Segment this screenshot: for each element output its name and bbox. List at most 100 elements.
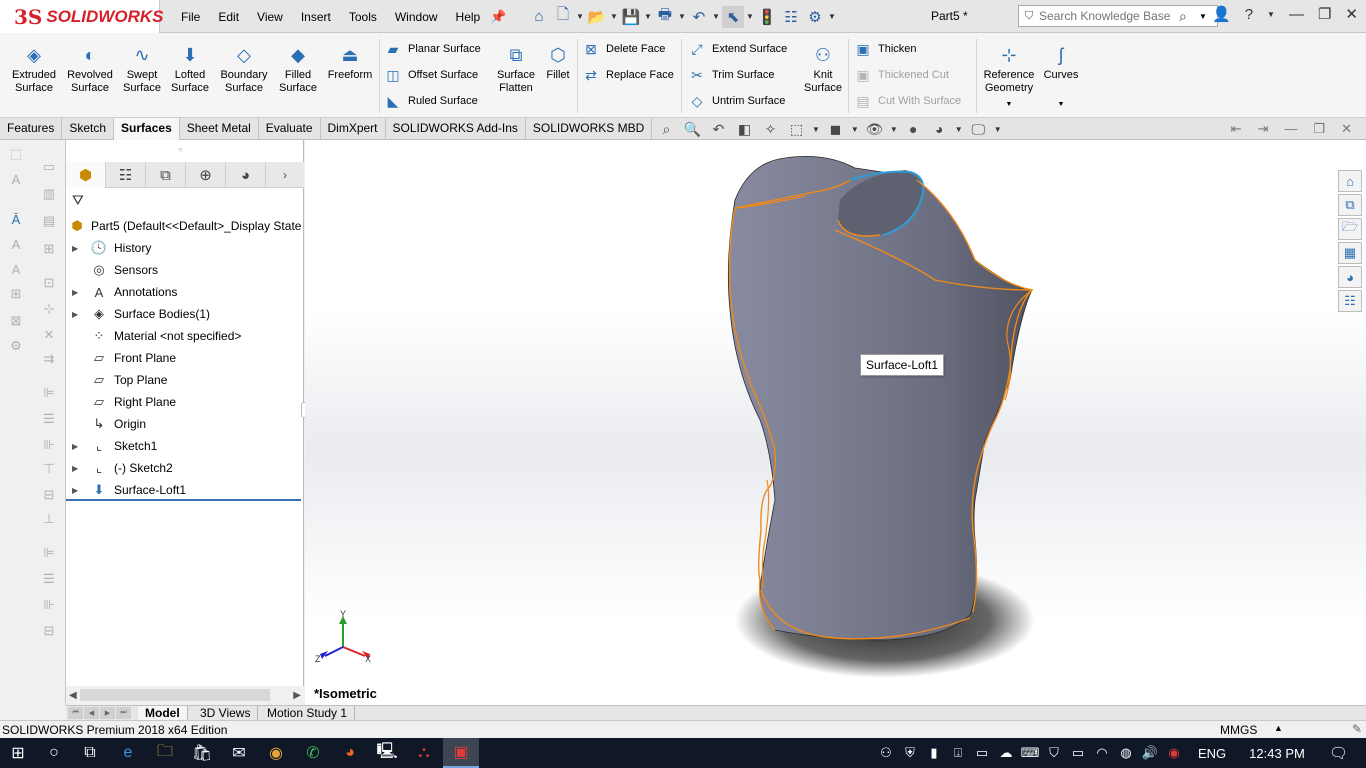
thicken-button[interactable]: ▣ Thicken xyxy=(854,38,916,60)
menu-insert[interactable]: Insert xyxy=(292,10,340,24)
reference-dropdown-icon[interactable]: ▼ xyxy=(980,98,1038,111)
align-top-icon[interactable]: ⊤ xyxy=(40,460,58,478)
tree-item-material[interactable]: ⁘ Material <not specified> xyxy=(66,325,304,347)
extend-surface-button[interactable]: ⤢ Extend Surface xyxy=(688,38,787,60)
battery-icon[interactable]: ▭ xyxy=(1066,745,1090,761)
last-tab-icon[interactable]: ⏭ xyxy=(116,707,131,719)
swept-surface-button[interactable]: ∿ Swept Surface xyxy=(120,43,164,95)
tree-item-right-plane[interactable]: ▱ Right Plane xyxy=(66,391,304,413)
select-dropdown-icon[interactable]: ▼ xyxy=(746,12,754,21)
menu-file[interactable]: File xyxy=(172,10,209,24)
view-settings-dropdown-icon[interactable]: ▼ xyxy=(994,125,1002,134)
revolved-surface-button[interactable]: ◐ Revolved Surface xyxy=(64,43,116,95)
tab-motion-study[interactable]: Motion Study 1 xyxy=(260,706,356,720)
hole-callout-icon[interactable]: ⚙ xyxy=(7,337,25,355)
surface-finish-icon[interactable]: ⊞ xyxy=(7,285,25,303)
save-dropdown-icon[interactable]: ▼ xyxy=(644,12,652,21)
rect-tool-icon[interactable]: ▭ xyxy=(40,158,58,176)
doc-close-icon[interactable]: ✕ xyxy=(1341,121,1352,137)
tab-add-ins[interactable]: SOLIDWORKS Add-Ins xyxy=(386,118,526,140)
tabs-scroll-right-icon[interactable]: › xyxy=(266,162,304,188)
acrobat-icon[interactable]: ⛬ xyxy=(406,738,442,768)
defender-icon[interactable]: ⛉ xyxy=(1042,745,1066,761)
wifi-icon[interactable]: ◠ xyxy=(1090,745,1114,761)
usb-icon[interactable]: ⍗ xyxy=(946,745,970,761)
appearances-icon[interactable]: ◕ xyxy=(1338,266,1362,288)
expand-arrow-icon[interactable]: ▶ xyxy=(72,442,80,451)
security-center-icon[interactable]: ◍ xyxy=(1114,745,1138,761)
knit-surface-button[interactable]: ⚇ Knit Surface xyxy=(800,43,846,95)
close-icon[interactable]: ✕ xyxy=(1345,5,1358,23)
boundary-surface-button[interactable]: ◇ Boundary Surface xyxy=(216,43,272,95)
sketch-tool-icon[interactable]: ⬚ xyxy=(7,145,25,163)
edge-browser-icon[interactable]: e xyxy=(110,738,146,768)
new-dropdown-icon[interactable]: ▼ xyxy=(576,12,584,21)
tab-mbd[interactable]: SOLIDWORKS MBD xyxy=(526,118,653,140)
print-dropdown-icon[interactable]: ▼ xyxy=(678,12,686,21)
user-icon[interactable]: 👤 xyxy=(1212,5,1231,23)
search-box[interactable]: ⛉ ⌕ ▼ xyxy=(1018,5,1218,27)
select-icon[interactable]: ⬉ xyxy=(722,5,744,28)
remote-desktop-icon[interactable]: 🖳 xyxy=(369,738,405,768)
solidworks-taskbar-icon[interactable]: ▣ xyxy=(443,738,479,768)
view-palette-icon[interactable]: ▦ xyxy=(1338,242,1362,264)
windows-start-icon[interactable]: ⊞ xyxy=(0,738,36,768)
tree-item-surface-loft1[interactable]: ▶ ⬇ Surface-Loft1 xyxy=(66,479,304,501)
align-right-icon[interactable]: ⊪ xyxy=(40,436,58,454)
file-explorer-taskbar-icon[interactable]: 🗀 xyxy=(147,738,183,768)
smart-dimension-icon[interactable]: A xyxy=(7,170,25,188)
tree-item-sensors[interactable]: ◎ Sensors xyxy=(66,259,304,281)
view-orientation-dropdown-icon[interactable]: ▼ xyxy=(812,125,820,134)
surface-flatten-button[interactable]: ⧉ Surface Flatten xyxy=(492,43,540,95)
expand-arrow-icon[interactable]: ▶ xyxy=(72,486,80,495)
menu-window[interactable]: Window xyxy=(386,10,447,24)
open-icon[interactable]: 📂 xyxy=(586,6,608,28)
units-dropdown-icon[interactable]: ▲ xyxy=(1274,723,1283,733)
weld-symbol-icon[interactable]: ⊠ xyxy=(7,312,25,330)
space-down-icon[interactable]: ⊪ xyxy=(40,596,58,614)
help-icon[interactable]: ? xyxy=(1245,6,1253,23)
scroll-thumb[interactable] xyxy=(80,689,270,701)
mirror-tool-icon[interactable]: ⊹ xyxy=(40,300,58,318)
antivirus-tray-icon[interactable]: ◉ xyxy=(1162,745,1186,761)
cortana-search-icon[interactable]: ○ xyxy=(36,738,72,768)
doc-prev-icon[interactable]: ⇤ xyxy=(1231,121,1242,137)
thickened-cut-button[interactable]: ▣ Thickened Cut xyxy=(854,64,949,86)
rollback-bar[interactable] xyxy=(66,499,301,501)
action-center-icon[interactable]: 🗨 xyxy=(1329,744,1348,762)
design-library-icon[interactable]: ⧉ xyxy=(1338,194,1362,216)
align-tool-icon[interactable]: ▤ xyxy=(40,212,58,230)
tab-features[interactable]: Features xyxy=(0,118,63,140)
convert-tool-icon[interactable]: ⇉ xyxy=(40,350,58,368)
minimize-icon[interactable]: — xyxy=(1289,6,1304,23)
storage-icon[interactable]: ▮ xyxy=(922,745,946,761)
ruled-surface-button[interactable]: ◣ Ruled Surface xyxy=(384,90,478,112)
volume-icon[interactable]: 🔊 xyxy=(1138,745,1162,761)
tree-item-top-plane[interactable]: ▱ Top Plane xyxy=(66,369,304,391)
balloon-tool-icon[interactable]: A xyxy=(7,260,25,278)
graphics-area[interactable]: Y X Z Surface-Loft1 *Isometric ⌂ ⧉ 🗁 ▦ ◕… xyxy=(305,140,1366,705)
tree-item-origin[interactable]: ↳ Origin xyxy=(66,413,304,435)
trim-surface-button[interactable]: ✂ Trim Surface xyxy=(688,64,774,86)
first-tab-icon[interactable]: ⏮ xyxy=(68,707,83,719)
search-icon[interactable]: ⌕ xyxy=(1179,8,1199,25)
firefox-icon[interactable]: ◕ xyxy=(332,738,368,768)
tree-item-surface-bodies[interactable]: ▶ ◈ Surface Bodies(1) xyxy=(66,303,304,325)
options-dropdown-icon[interactable]: ▼ xyxy=(828,12,836,21)
display-style-dropdown-icon[interactable]: ▼ xyxy=(851,125,859,134)
pattern-tool-icon[interactable]: ⊡ xyxy=(40,274,58,292)
display-style-icon[interactable]: ◼ xyxy=(825,120,846,138)
filled-surface-button[interactable]: ◆ Filled Surface xyxy=(276,43,320,95)
rebuild-status-icon[interactable]: ✎ xyxy=(1352,722,1362,736)
tree-item-annotations[interactable]: ▶ A Annotations xyxy=(66,281,304,303)
untrim-surface-button[interactable]: ◇ Untrim Surface xyxy=(688,90,786,112)
apply-scene-dropdown-icon[interactable]: ▼ xyxy=(955,125,963,134)
task-view-icon[interactable]: ⧉ xyxy=(72,738,108,768)
restore-icon[interactable]: ❐ xyxy=(1318,5,1331,23)
tab-sheet-metal[interactable]: Sheet Metal xyxy=(180,118,259,140)
undo-dropdown-icon[interactable]: ▼ xyxy=(712,12,720,21)
hide-show-items-icon[interactable]: 👁 xyxy=(864,120,885,138)
tab-dimxpert[interactable]: DimXpert xyxy=(321,118,386,140)
feature-tree-filter[interactable]: ⛛ xyxy=(68,189,300,211)
menu-tools[interactable]: Tools xyxy=(340,10,386,24)
